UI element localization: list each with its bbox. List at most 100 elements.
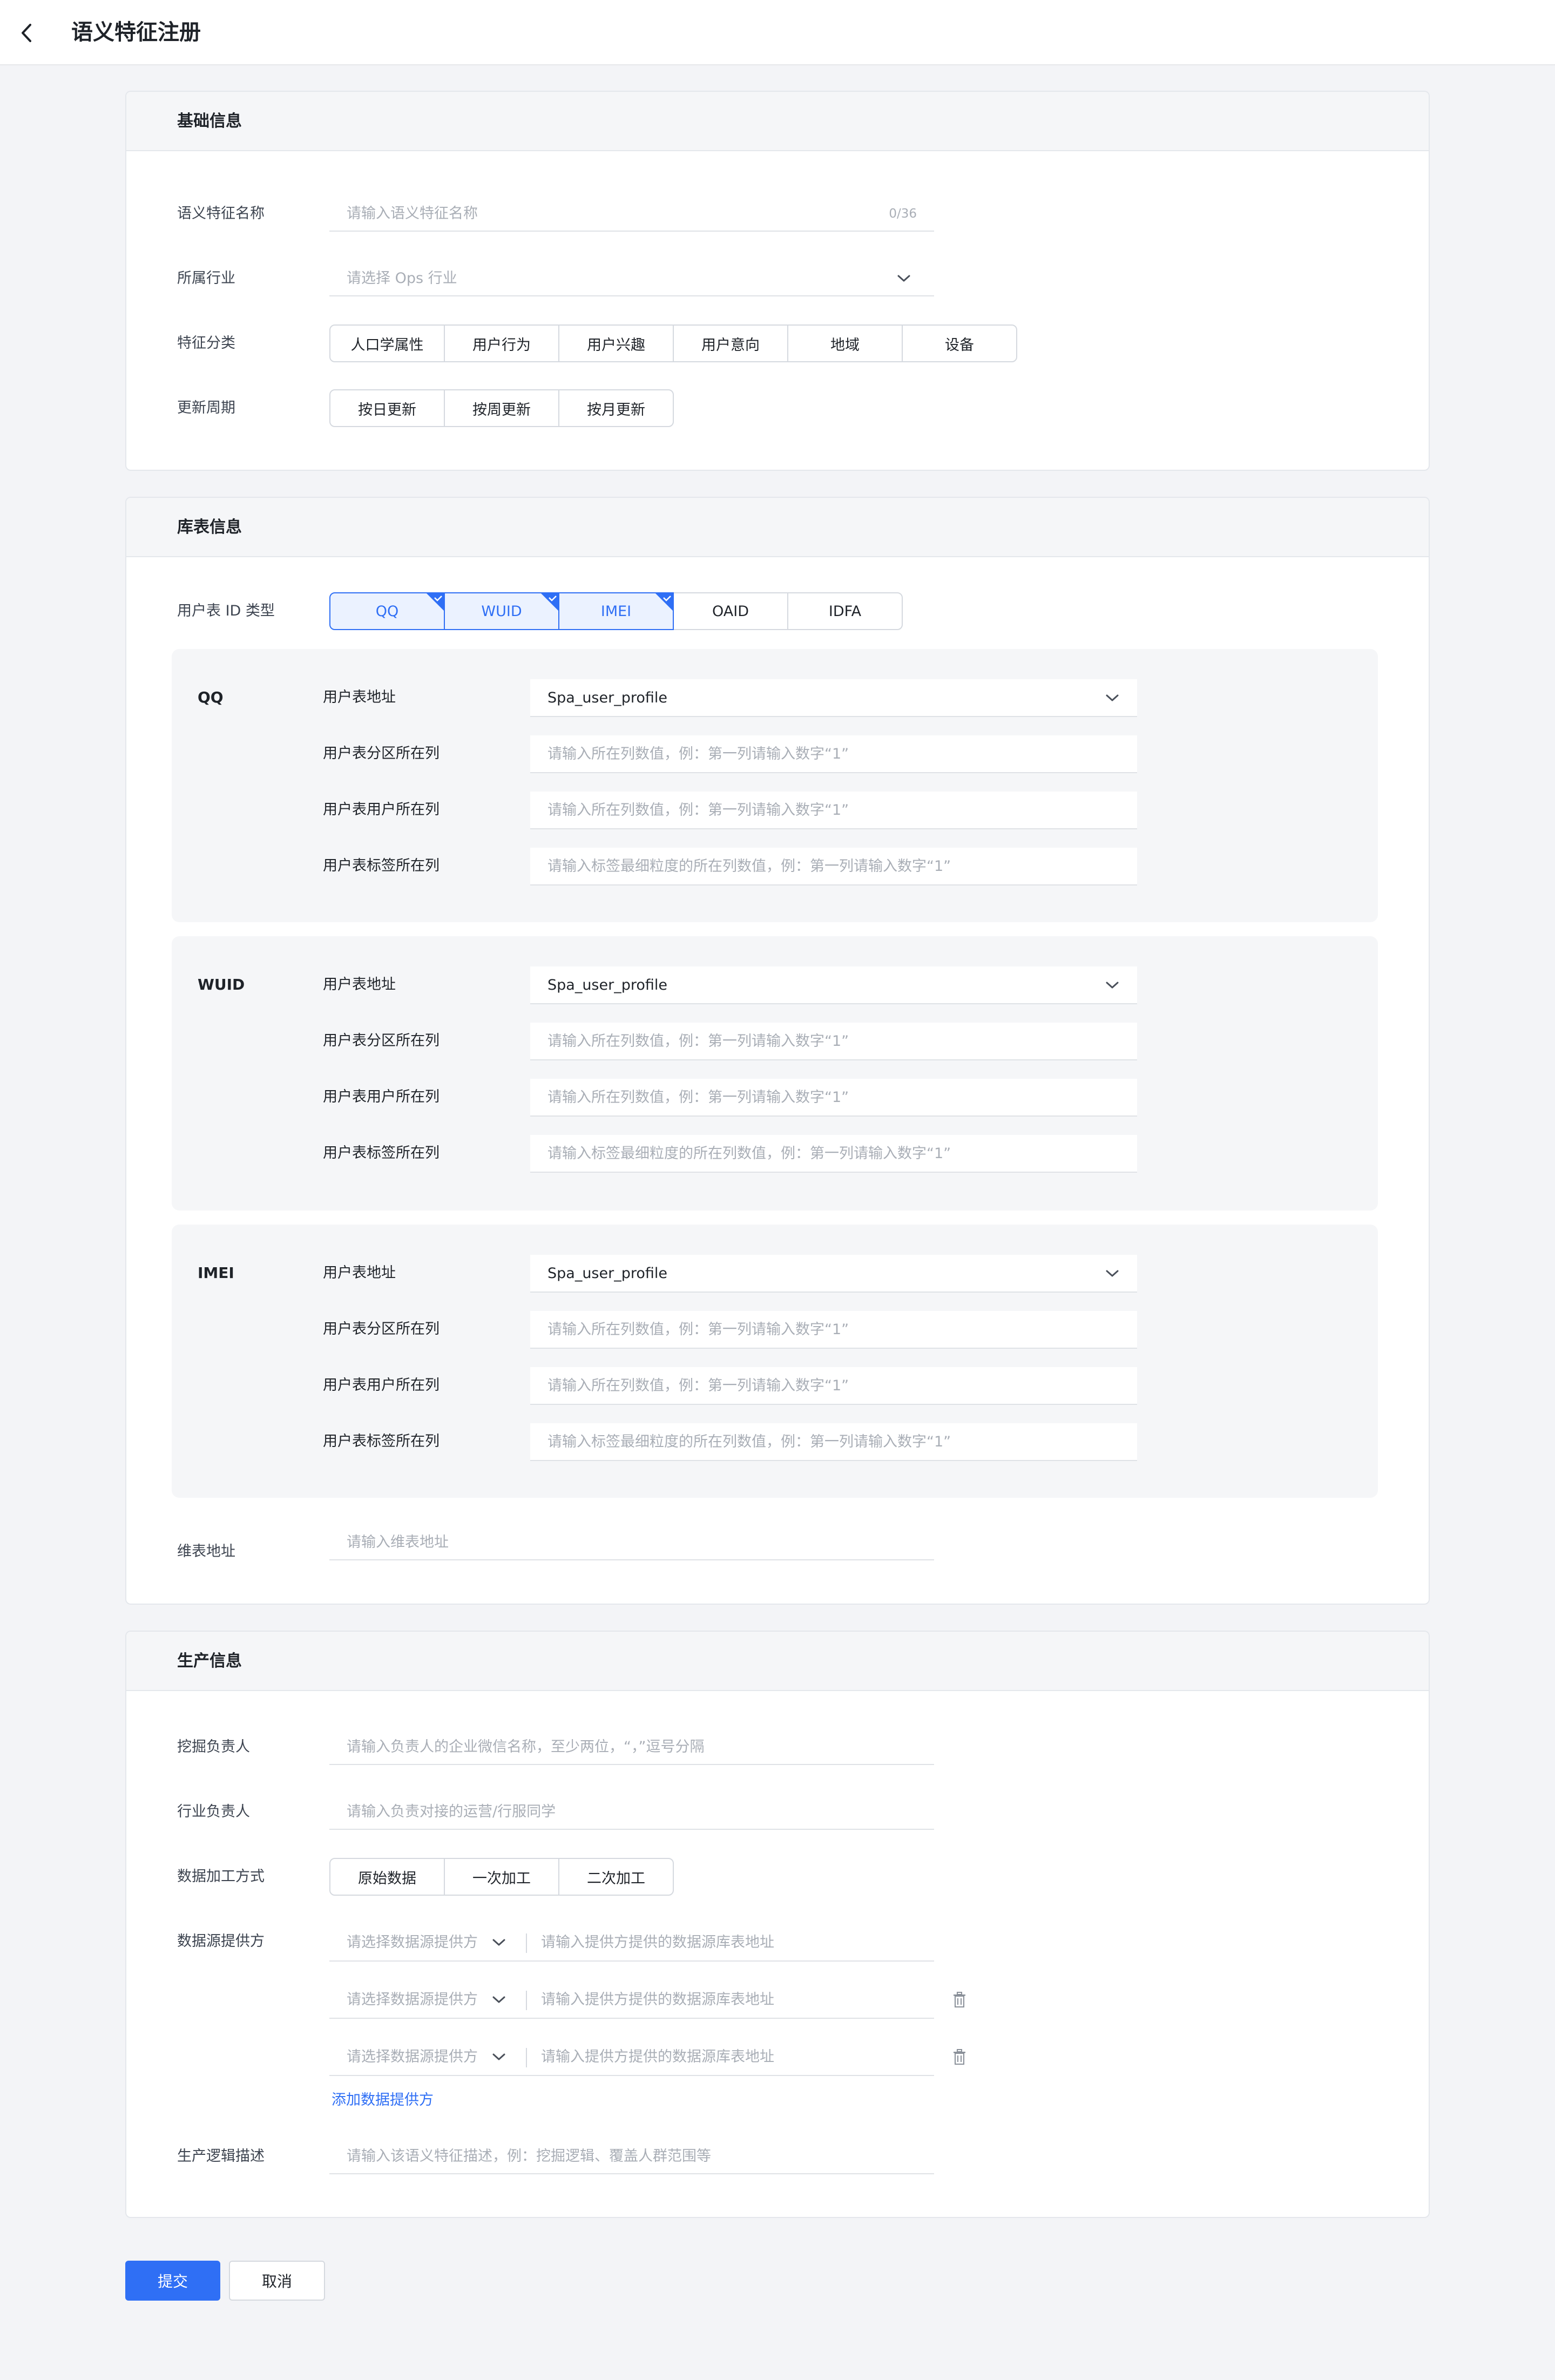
address-label: 用户表地址 bbox=[323, 976, 396, 993]
placeholder: 请输入所在列数值，例：第一列请输入数字“1” bbox=[547, 1033, 849, 1050]
table-address-select[interactable]: Spa_user_profile bbox=[530, 1255, 1137, 1293]
add-provider-link[interactable]: 添加数据提供方 bbox=[332, 2090, 434, 2111]
option-label: IMEI bbox=[600, 603, 632, 620]
category-option[interactable]: 用户行为 bbox=[444, 324, 559, 362]
provider-address-input[interactable]: 请输入提供方提供的数据源库表地址 bbox=[541, 1989, 774, 2011]
id-type-option-oaid[interactable]: OAID bbox=[673, 592, 788, 630]
submit-button[interactable]: 提交 bbox=[125, 2261, 220, 2301]
placeholder: 请输入负责对接的运营/行服同学 bbox=[347, 1803, 556, 1820]
industry-owner-input[interactable]: 请输入负责对接的运营/行服同学 bbox=[329, 1794, 934, 1830]
industry-owner-label: 行业负责人 bbox=[177, 1803, 250, 1820]
card-header: 库表信息 bbox=[126, 498, 1429, 557]
category-option[interactable]: 地域 bbox=[787, 324, 903, 362]
provider-label: 数据源提供方 bbox=[177, 1933, 265, 1950]
partition-label: 用户表分区所在列 bbox=[323, 1032, 440, 1049]
user-column-input[interactable]: 请输入所在列数值，例：第一列请输入数字“1” bbox=[530, 792, 1137, 829]
tag-column-input[interactable]: 请输入标签最细粒度的所在列数值，例：第一列请输入数字“1” bbox=[530, 848, 1137, 885]
user-column-label: 用户表用户所在列 bbox=[323, 801, 440, 818]
dim-table-input[interactable]: 请输入维表地址 bbox=[329, 1525, 934, 1560]
cycle-label: 更新周期 bbox=[177, 400, 235, 416]
tag-column-input[interactable]: 请输入标签最细粒度的所在列数值，例：第一列请输入数字“1” bbox=[530, 1423, 1137, 1461]
provider-row: 请选择数据源提供方 请输入提供方提供的数据源库表地址 bbox=[329, 2038, 934, 2076]
category-label: 特征分类 bbox=[177, 335, 235, 351]
placeholder: 请输入所在列数值，例：第一列请输入数字“1” bbox=[547, 802, 849, 819]
chevron-down-icon bbox=[492, 2053, 505, 2060]
divider bbox=[526, 1933, 527, 1953]
card-title: 生产信息 bbox=[177, 1652, 242, 1671]
basic-info-card: 基础信息 语义特征名称 请输入语义特征名称 0/36 所属行业 请选择 Ops … bbox=[125, 91, 1430, 471]
industry-label: 所属行业 bbox=[177, 270, 235, 287]
miner-label: 挖掘负责人 bbox=[177, 1739, 250, 1755]
id-type-label: 用户表 ID 类型 bbox=[177, 603, 275, 619]
chevron-down-icon bbox=[1106, 982, 1119, 989]
placeholder: 请输入所在列数值，例：第一列请输入数字“1” bbox=[547, 1089, 849, 1106]
check-corner-icon bbox=[426, 593, 444, 611]
miner-input[interactable]: 请输入负责人的企业微信名称，至少两位，“，”逗号分隔 bbox=[329, 1729, 934, 1765]
process-option[interactable]: 一次加工 bbox=[444, 1858, 559, 1896]
id-panel-imei: IMEI 用户表地址 Spa_user_profile 用户表分区所在列 请输入… bbox=[172, 1225, 1378, 1498]
table-address-select[interactable]: Spa_user_profile bbox=[530, 679, 1137, 717]
category-option[interactable]: 人口学属性 bbox=[329, 324, 445, 362]
trash-icon[interactable] bbox=[952, 2049, 966, 2065]
chevron-left-icon[interactable] bbox=[17, 22, 37, 44]
logic-label: 生产逻辑描述 bbox=[177, 2148, 265, 2165]
id-type-segment: QQ WUID IMEI OAID IDFA bbox=[329, 592, 903, 630]
category-option[interactable]: 用户意向 bbox=[673, 324, 788, 362]
partition-column-input[interactable]: 请输入所在列数值，例：第一列请输入数字“1” bbox=[530, 735, 1137, 773]
logic-description-input[interactable]: 请输入该语义特征描述，例：挖掘逻辑、覆盖人群范围等 bbox=[329, 2139, 934, 2174]
chevron-down-icon bbox=[897, 275, 910, 282]
dim-table-label: 维表地址 bbox=[177, 1543, 235, 1560]
table-address-select[interactable]: Spa_user_profile bbox=[530, 966, 1137, 1004]
user-column-input[interactable]: 请输入所在列数值，例：第一列请输入数字“1” bbox=[530, 1367, 1137, 1405]
provider-select[interactable]: 请选择数据源提供方 bbox=[347, 1932, 478, 1953]
cancel-button[interactable]: 取消 bbox=[229, 2261, 325, 2301]
partition-label: 用户表分区所在列 bbox=[323, 1321, 440, 1337]
provider-address-input[interactable]: 请输入提供方提供的数据源库表地址 bbox=[541, 2046, 774, 2068]
placeholder: 请输入标签最细粒度的所在列数值，例：第一列请输入数字“1” bbox=[547, 1145, 951, 1162]
char-counter: 0/36 bbox=[889, 207, 917, 221]
provider-select[interactable]: 请选择数据源提供方 bbox=[347, 1989, 478, 2011]
name-label: 语义特征名称 bbox=[177, 205, 265, 222]
option-label: WUID bbox=[481, 603, 522, 620]
production-info-card: 生产信息 挖掘负责人 请输入负责人的企业微信名称，至少两位，“，”逗号分隔 行业… bbox=[125, 1631, 1430, 2218]
card-title: 基础信息 bbox=[177, 112, 242, 131]
provider-address-input[interactable]: 请输入提供方提供的数据源库表地址 bbox=[541, 1932, 774, 1953]
placeholder: 请输入标签最细粒度的所在列数值，例：第一列请输入数字“1” bbox=[547, 1434, 951, 1450]
industry-select[interactable]: 请选择 Ops 行业 bbox=[329, 261, 934, 296]
tag-column-label: 用户表标签所在列 bbox=[323, 857, 440, 874]
check-corner-icon bbox=[540, 593, 559, 611]
provider-select[interactable]: 请选择数据源提供方 bbox=[347, 2046, 478, 2068]
option-label: QQ bbox=[375, 603, 399, 620]
trash-icon[interactable] bbox=[952, 1992, 966, 2008]
card-header: 基础信息 bbox=[126, 92, 1429, 151]
partition-column-input[interactable]: 请输入所在列数值，例：第一列请输入数字“1” bbox=[530, 1023, 1137, 1060]
partition-column-input[interactable]: 请输入所在列数值，例：第一列请输入数字“1” bbox=[530, 1311, 1137, 1349]
placeholder: 请输入标签最细粒度的所在列数值，例：第一列请输入数字“1” bbox=[547, 858, 951, 875]
placeholder: 请输入所在列数值，例：第一列请输入数字“1” bbox=[547, 1377, 849, 1394]
cycle-option[interactable]: 按日更新 bbox=[329, 389, 445, 427]
tag-column-input[interactable]: 请输入标签最细粒度的所在列数值，例：第一列请输入数字“1” bbox=[530, 1135, 1137, 1173]
chevron-down-icon bbox=[1106, 694, 1119, 701]
cycle-segment: 按日更新 按周更新 按月更新 bbox=[329, 389, 674, 427]
category-option[interactable]: 用户兴趣 bbox=[558, 324, 674, 362]
panel-id-type: QQ bbox=[198, 688, 224, 706]
id-type-option-wuid[interactable]: WUID bbox=[444, 592, 559, 630]
placeholder: 请输入所在列数值，例：第一列请输入数字“1” bbox=[547, 1321, 849, 1338]
user-column-input[interactable]: 请输入所在列数值，例：第一列请输入数字“1” bbox=[530, 1079, 1137, 1117]
feature-name-input[interactable]: 请输入语义特征名称 0/36 bbox=[329, 196, 934, 232]
provider-row: 请选择数据源提供方 请输入提供方提供的数据源库表地址 bbox=[329, 1924, 934, 1962]
tag-column-label: 用户表标签所在列 bbox=[323, 1433, 440, 1450]
top-bar: 语义特征注册 bbox=[0, 0, 1555, 65]
category-segment: 人口学属性 用户行为 用户兴趣 用户意向 地域 设备 bbox=[329, 324, 1017, 362]
placeholder: 请输入维表地址 bbox=[347, 1534, 449, 1551]
cycle-option[interactable]: 按周更新 bbox=[444, 389, 559, 427]
id-type-option-qq[interactable]: QQ bbox=[329, 592, 445, 630]
cycle-option[interactable]: 按月更新 bbox=[558, 389, 674, 427]
category-option[interactable]: 设备 bbox=[902, 324, 1017, 362]
id-panel-qq: QQ 用户表地址 Spa_user_profile 用户表分区所在列 请输入所在… bbox=[172, 649, 1378, 922]
card-title: 库表信息 bbox=[177, 518, 242, 537]
id-type-option-imei[interactable]: IMEI bbox=[558, 592, 674, 630]
id-type-option-idfa[interactable]: IDFA bbox=[787, 592, 903, 630]
process-option[interactable]: 二次加工 bbox=[558, 1858, 674, 1896]
process-option[interactable]: 原始数据 bbox=[329, 1858, 445, 1896]
